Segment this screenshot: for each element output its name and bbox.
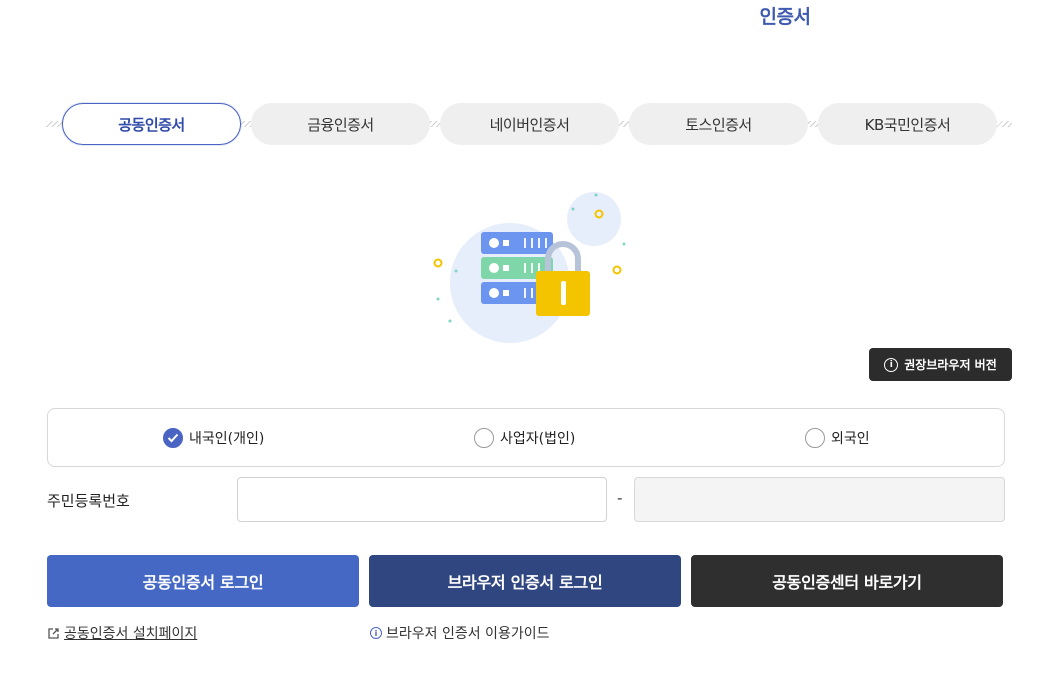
resident-number-first-input[interactable] <box>237 477 607 522</box>
certificate-center-link-button[interactable]: 공동인증센터 바로가기 <box>691 555 1003 607</box>
radio-option-foreigner[interactable]: 외국인 <box>805 428 870 448</box>
joint-certificate-login-button[interactable]: 공동인증서 로그인 <box>47 555 359 607</box>
browser-guide-link-label[interactable]: 브라우저 인증서 이용가이드 <box>386 623 549 643</box>
recommended-browser-label: 권장브라우저 버전 <box>904 358 997 372</box>
certificate-tabs: 공동인증서 금융인증서 네이버인증서 토스인증서 KB국민인증서 <box>46 102 1012 146</box>
install-page-link[interactable]: 공동인증서 설치페이지 <box>47 623 197 643</box>
browser-certificate-login-button[interactable]: 브라우저 인증서 로그인 <box>369 555 681 607</box>
tab-kb-certificate[interactable]: KB국민인증서 <box>818 103 997 145</box>
recommended-browser-button[interactable]: i 권장브라우저 버전 <box>869 348 1012 381</box>
radio-label: 사업자(법인) <box>500 431 576 447</box>
radio-option-business[interactable]: 사업자(법인) <box>474 428 575 448</box>
user-type-selector: 내국인(개인) 사업자(법인) 외국인 <box>47 408 1005 467</box>
resident-number-separator: - <box>617 489 623 507</box>
server-lock-icon <box>433 192 626 343</box>
resident-number-second-input[interactable] <box>634 477 1005 522</box>
tab-financial-certificate[interactable]: 금융인증서 <box>251 103 430 145</box>
page-title: 인증서 <box>759 6 811 28</box>
server-lock-illustration <box>428 185 638 350</box>
resident-number-label: 주민등록번호 <box>47 492 130 510</box>
tab-joint-certificate[interactable]: 공동인증서 <box>62 103 241 145</box>
tab-toss-certificate[interactable]: 토스인증서 <box>629 103 808 145</box>
radio-option-korean-individual[interactable]: 내국인(개인) <box>163 428 264 448</box>
info-icon: i <box>370 627 382 639</box>
info-icon: i <box>884 357 899 372</box>
browser-guide-link[interactable]: i 브라우저 인증서 이용가이드 <box>370 623 549 643</box>
radio-circle-icon[interactable] <box>805 428 825 448</box>
radio-label: 외국인 <box>831 431 870 447</box>
external-link-icon <box>48 627 59 639</box>
tab-naver-certificate[interactable]: 네이버인증서 <box>440 103 619 145</box>
radio-circle-icon[interactable] <box>474 428 494 448</box>
radio-label: 내국인(개인) <box>189 431 265 447</box>
checkmark-icon[interactable] <box>163 428 183 448</box>
install-page-link-label[interactable]: 공동인증서 설치페이지 <box>64 623 197 643</box>
